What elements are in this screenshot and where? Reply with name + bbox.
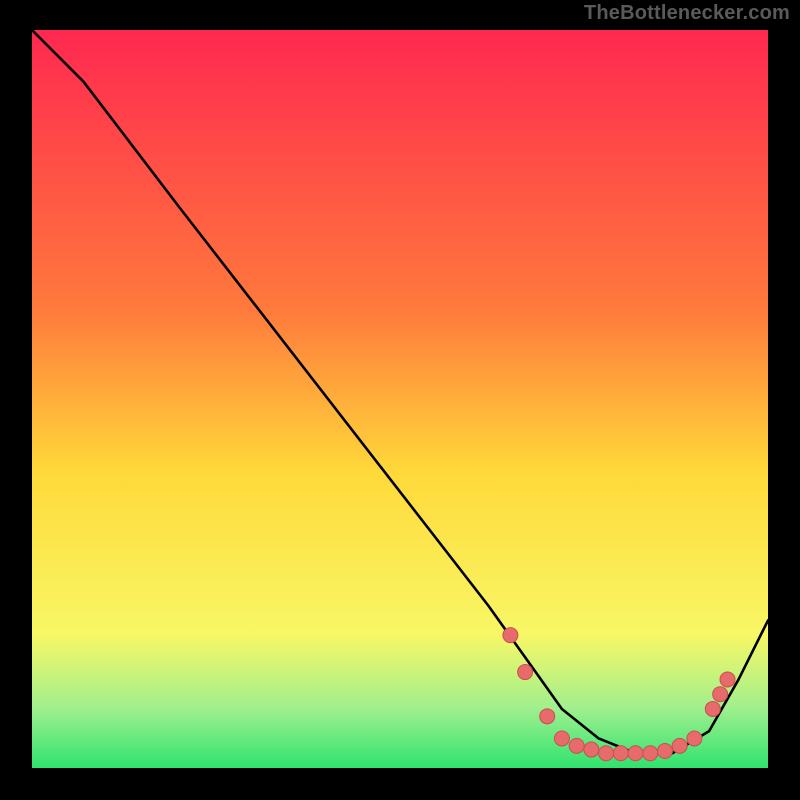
curve-marker bbox=[628, 746, 643, 761]
curve-marker bbox=[569, 738, 584, 753]
plot-area bbox=[32, 30, 768, 768]
watermark-text: TheBottlenecker.com bbox=[584, 2, 790, 25]
curve-marker bbox=[599, 746, 614, 761]
curve-marker bbox=[540, 709, 555, 724]
curve-marker bbox=[687, 731, 702, 746]
curve-marker bbox=[503, 628, 518, 643]
curve-marker bbox=[584, 742, 599, 757]
gradient-background bbox=[32, 30, 768, 768]
chart-frame: TheBottlenecker.com bbox=[0, 0, 800, 800]
chart-svg bbox=[32, 30, 768, 768]
curve-marker bbox=[672, 738, 687, 753]
curve-marker bbox=[518, 665, 533, 680]
curve-marker bbox=[713, 687, 728, 702]
curve-marker bbox=[613, 746, 628, 761]
curve-marker bbox=[554, 731, 569, 746]
curve-marker bbox=[657, 744, 672, 759]
curve-marker bbox=[643, 746, 658, 761]
curve-marker bbox=[720, 672, 735, 687]
curve-marker bbox=[705, 701, 720, 716]
